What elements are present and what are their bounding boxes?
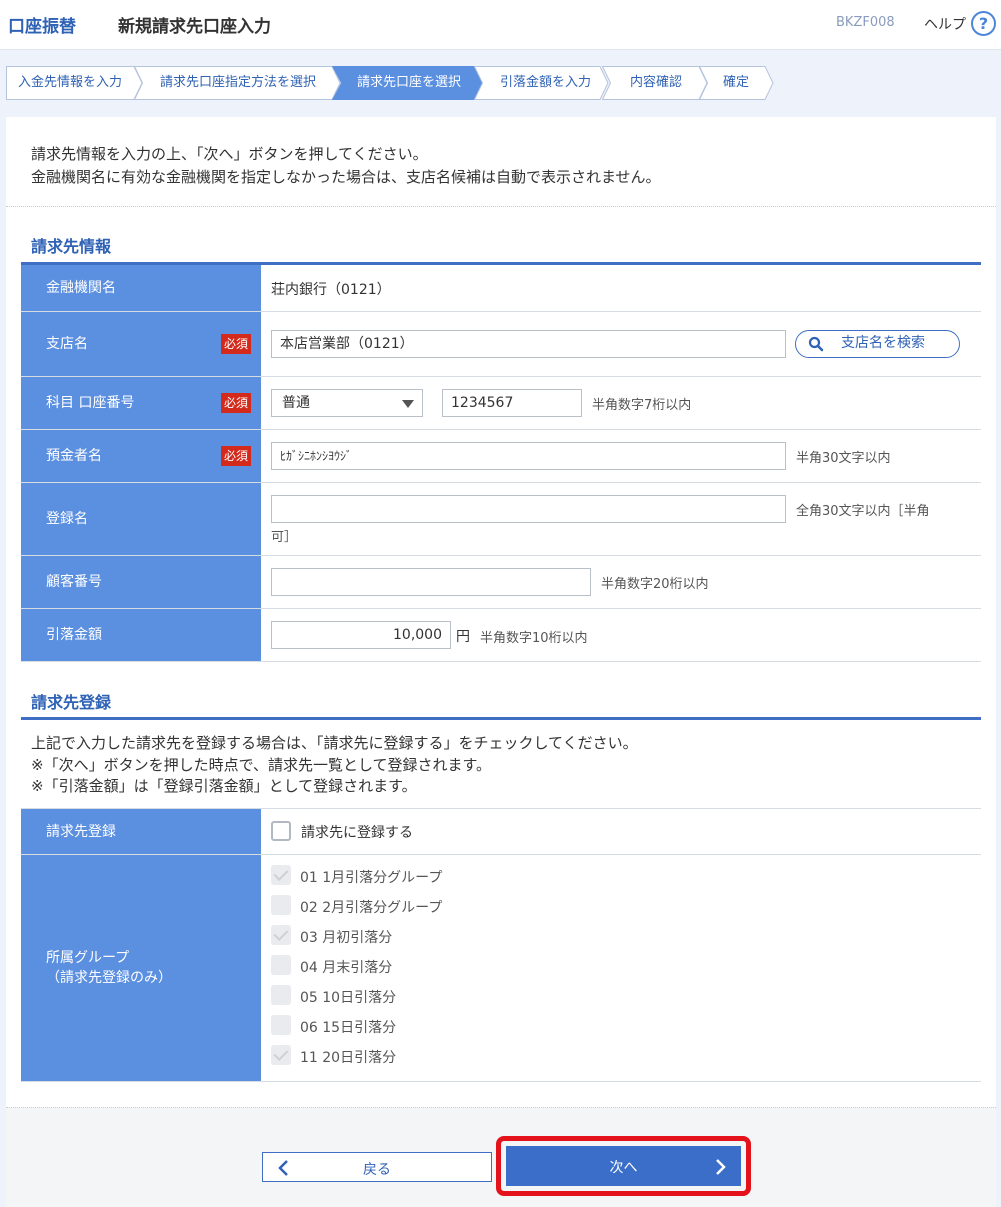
- amount-unit: 円: [456, 629, 470, 645]
- account-type-select[interactable]: 普通: [271, 389, 423, 417]
- section-title: 口座振替: [8, 17, 76, 37]
- group-checkbox-label: 03 月初引落分: [300, 930, 393, 946]
- account-label: 科目 口座番号: [46, 395, 135, 411]
- registration-text-3: ※「引落金額」は「登録引落金額」として登録されます。: [31, 777, 417, 795]
- step-1: 入金先情報を入力: [6, 66, 143, 100]
- reg-name-label: 登録名: [46, 511, 88, 527]
- reg-name-input[interactable]: [271, 495, 786, 523]
- bank-value: 荘内銀行（0121）: [271, 282, 391, 298]
- customer-no-row: 顧客番号 半角数字20桁以内: [21, 556, 981, 609]
- group-checkbox[interactable]: [271, 985, 291, 1005]
- amount-row: 引落金額 10,000 円 半角数字10桁以内: [21, 609, 981, 662]
- chevron-down-icon: [402, 400, 414, 408]
- section-rule: [21, 717, 981, 720]
- main-panel: 請求先情報を入力の上、「次へ」ボタンを押してください。 金融機関名に有効な金融機…: [6, 117, 996, 1207]
- account-number-input[interactable]: 1234567: [442, 389, 582, 417]
- group-row: 所属グループ （請求先登録のみ） 01 1月引落分グループ 02 2月引落分グル…: [21, 855, 981, 1082]
- screen-code: BKZF008: [836, 15, 895, 30]
- register-checkbox-label[interactable]: 請求先に登録する: [301, 822, 413, 842]
- divider: [6, 1107, 996, 1108]
- step-4: 引落金額を入力: [474, 66, 609, 100]
- branch-row: 支店名 必須 本店営業部（0121） 支店名を検索: [21, 312, 981, 377]
- register-checkbox[interactable]: [271, 821, 291, 841]
- register-label: 請求先登録: [46, 823, 116, 840]
- group-checkbox-label: 02 2月引落分グループ: [300, 900, 443, 916]
- step-2: 請求先口座指定方法を選択: [134, 66, 341, 100]
- page-title: 新規請求先口座入力: [118, 17, 271, 37]
- group-checkbox-label: 04 月末引落分: [300, 960, 393, 976]
- customer-no-note: 半角数字20桁以内: [601, 577, 709, 592]
- holder-note: 半角30文字以内: [796, 451, 891, 466]
- account-note: 半角数字7桁以内: [592, 398, 692, 413]
- registration-text-1: 上記で入力した請求先を登録する場合は、「請求先に登録する」をチェックしてください…: [31, 734, 638, 752]
- reg-name-note-cont: 可］: [271, 530, 298, 545]
- bank-label: 金融機関名: [46, 280, 116, 296]
- registration-text-2: ※「次へ」ボタンを押した時点で、請求先一覧として登録されます。: [31, 756, 492, 774]
- group-checkbox[interactable]: [271, 1045, 291, 1065]
- step-5: 内容確認: [602, 66, 708, 100]
- group-checkbox[interactable]: [271, 865, 291, 885]
- holder-row: 預金者名 必須 ﾋｶﾞｼﾆﾎﾝｼﾖｳｼﾞ 半角30文字以内: [21, 430, 981, 483]
- group-checkbox[interactable]: [271, 955, 291, 975]
- account-row: 科目 口座番号 必須 普通 1234567 半角数字7桁以内: [21, 377, 981, 430]
- register-row: 請求先登録 請求先に登録する: [21, 808, 981, 855]
- top-bar: 口座振替 新規請求先口座入力 BKZF008 ヘルプ ?: [0, 0, 1001, 50]
- step-3-current: 請求先口座を選択: [332, 66, 483, 100]
- group-checkbox-label: 11 20日引落分: [300, 1050, 397, 1066]
- amount-input[interactable]: 10,000: [271, 621, 451, 649]
- group-checkbox-label: 06 15日引落分: [300, 1020, 397, 1036]
- billing-info-heading: 請求先情報: [31, 237, 112, 256]
- customer-no-input[interactable]: [271, 568, 591, 596]
- reg-name-note: 全角30文字以内［半角: [796, 504, 930, 519]
- customer-no-label: 顧客番号: [46, 574, 102, 590]
- instructions: 請求先情報を入力の上、「次へ」ボタンを押してください。 金融機関名に有効な金融機…: [31, 145, 661, 186]
- search-icon: [808, 336, 824, 352]
- required-badge: 必須: [221, 334, 251, 354]
- help-link[interactable]: ヘルプ: [924, 14, 966, 34]
- group-checkbox[interactable]: [271, 1015, 291, 1035]
- group-label: 所属グループ （請求先登録のみ）: [46, 950, 172, 986]
- back-button[interactable]: 戻る: [262, 1152, 492, 1182]
- group-checkbox[interactable]: [271, 895, 291, 915]
- chevron-right-icon: [716, 1159, 726, 1175]
- group-checkbox-label: 01 1月引落分グループ: [300, 870, 443, 886]
- required-badge: 必須: [221, 446, 251, 466]
- next-button[interactable]: 次へ: [506, 1146, 741, 1186]
- branch-input[interactable]: 本店営業部（0121）: [271, 330, 786, 358]
- holder-label: 預金者名: [46, 448, 102, 464]
- registration-heading: 請求先登録: [31, 693, 112, 712]
- divider: [6, 206, 996, 207]
- step-6: 確定: [699, 66, 779, 100]
- group-checkbox-label: 05 10日引落分: [300, 990, 397, 1006]
- bank-row: 金融機関名 荘内銀行（0121）: [21, 265, 981, 312]
- required-badge: 必須: [221, 393, 251, 413]
- help-icon[interactable]: ?: [971, 11, 996, 36]
- amount-note: 半角数字10桁以内: [480, 631, 588, 646]
- branch-label: 支店名: [46, 336, 88, 352]
- holder-input[interactable]: ﾋｶﾞｼﾆﾎﾝｼﾖｳｼﾞ: [271, 442, 786, 470]
- branch-search-button[interactable]: 支店名を検索: [795, 330, 960, 358]
- amount-label: 引落金額: [46, 627, 102, 643]
- group-checkbox[interactable]: [271, 925, 291, 945]
- next-button-highlight: 次へ: [496, 1136, 751, 1196]
- reg-name-row: 登録名 全角30文字以内［半角 可］: [21, 483, 981, 556]
